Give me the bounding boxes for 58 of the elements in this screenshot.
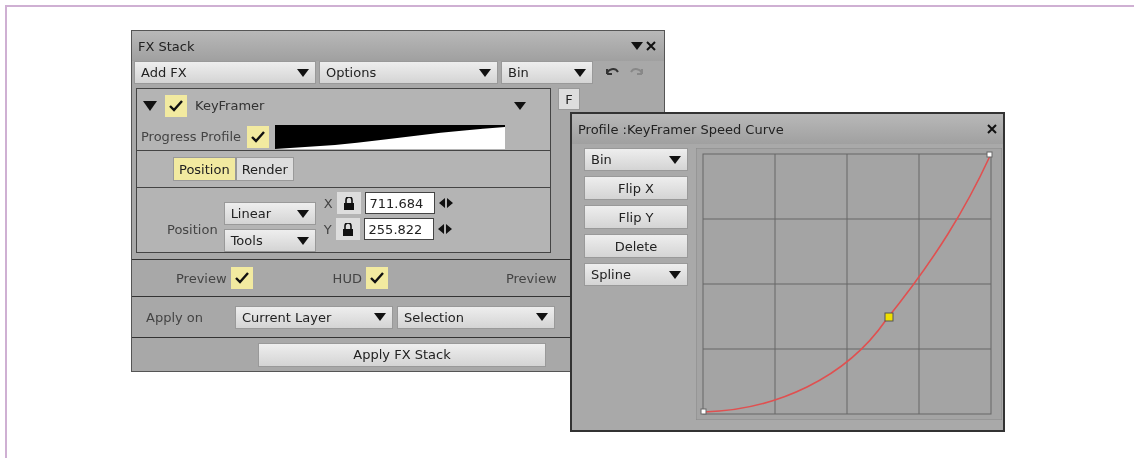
- stepper-arrows-icon[interactable]: [438, 198, 453, 208]
- curve-endpoint[interactable]: [700, 408, 707, 415]
- caret-icon: [669, 155, 681, 164]
- dropdown[interactable]: Bin: [584, 148, 688, 171]
- number-field[interactable]: 255.822: [363, 218, 434, 240]
- dropdown[interactable]: Bin: [501, 61, 593, 84]
- tab[interactable]: Render: [235, 157, 294, 182]
- lock-icon[interactable]: [335, 218, 360, 240]
- dropdown[interactable]: Options: [319, 61, 498, 84]
- checkbox[interactable]: [365, 267, 388, 289]
- check-icon: [369, 272, 384, 284]
- dropdown[interactable]: Spline: [584, 263, 688, 286]
- dialog-title: Profile :KeyFramer Speed Curve: [578, 121, 784, 137]
- check-icon: [251, 130, 266, 143]
- curve-endpoint[interactable]: [986, 151, 993, 158]
- caret-icon: [574, 68, 586, 77]
- caret-icon: [296, 209, 309, 218]
- dropdown[interactable]: Tools: [223, 229, 316, 252]
- number-field[interactable]: 711.684: [364, 192, 435, 214]
- apply-on-label: Apply on: [146, 309, 204, 325]
- dropdown[interactable]: Current Layer: [235, 305, 394, 329]
- dropdown[interactable]: Add FX: [134, 61, 316, 84]
- panel-title: FX Stack: [138, 38, 195, 54]
- dialog-button[interactable]: Flip Y: [584, 205, 688, 229]
- axis-label: Y: [323, 221, 332, 237]
- axis-label: X: [323, 195, 333, 211]
- lock-icon[interactable]: [336, 192, 361, 214]
- effect-name: KeyFramer: [195, 98, 266, 114]
- dropdown[interactable]: Linear: [223, 202, 316, 225]
- dropdown[interactable]: Selection: [397, 305, 556, 329]
- option-label: HUD: [332, 270, 362, 286]
- checkbox[interactable]: [247, 125, 270, 148]
- position-label: Position: [167, 222, 218, 237]
- stepper-arrows-icon[interactable]: [437, 224, 452, 234]
- option-label: Preview: [505, 270, 557, 286]
- progress-profile-label: Progress Profile: [141, 129, 242, 144]
- expand-arrow-icon[interactable]: [143, 100, 157, 111]
- check-icon: [234, 272, 249, 284]
- tab[interactable]: Position: [173, 157, 236, 182]
- caret-icon: [296, 236, 309, 245]
- close-icon[interactable]: [646, 41, 656, 51]
- caret-icon: [669, 270, 681, 279]
- dialog-button[interactable]: Flip X: [584, 176, 688, 200]
- dialog-button[interactable]: Delete: [584, 234, 688, 258]
- checkbox[interactable]: [165, 94, 187, 117]
- apply-fx-stack-button[interactable]: Apply FX Stack: [258, 342, 546, 367]
- caret-icon: [297, 68, 309, 77]
- close-icon[interactable]: [987, 124, 997, 134]
- caret-icon: [631, 42, 643, 50]
- caret-icon: [479, 68, 491, 77]
- caret-icon: [536, 313, 549, 321]
- caret-icon: [514, 101, 526, 110]
- option-label: Preview: [176, 270, 227, 286]
- caret-icon: [374, 313, 387, 321]
- flip-button[interactable]: F: [558, 88, 580, 110]
- checkbox[interactable]: [230, 267, 253, 289]
- check-icon: [169, 99, 183, 112]
- control-point[interactable]: [884, 312, 894, 322]
